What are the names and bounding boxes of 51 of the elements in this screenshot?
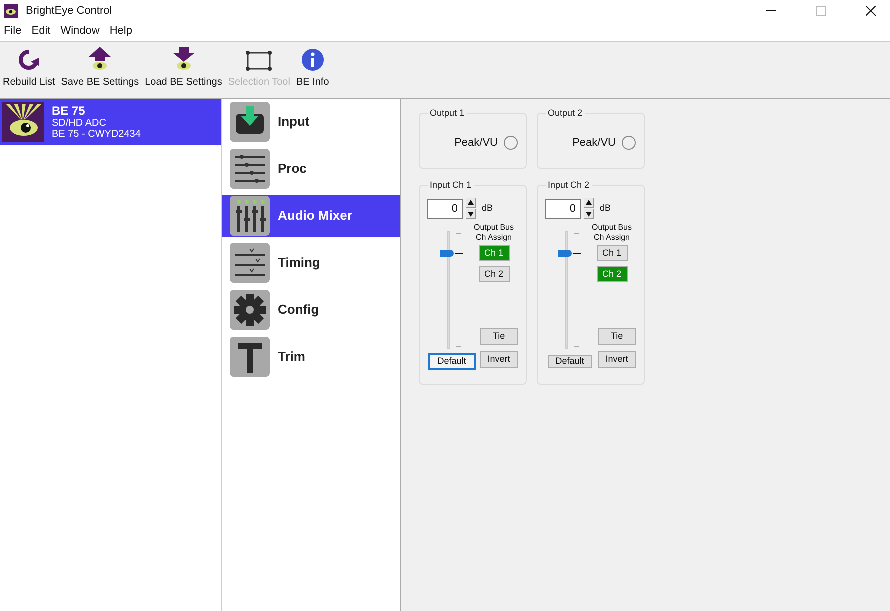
menu-item[interactable]: Help xyxy=(106,23,136,40)
channel-assign-button[interactable]: Ch 2 xyxy=(596,266,628,282)
sliders-icon xyxy=(230,149,270,189)
channel-assign-button[interactable]: Ch 1 xyxy=(478,245,510,261)
assign-label: Output Bus Ch Assign xyxy=(590,223,634,243)
close-icon[interactable] xyxy=(866,6,876,16)
tie-button[interactable]: Tie xyxy=(598,328,636,345)
menu-item[interactable]: File xyxy=(0,23,26,40)
menu-item[interactable]: Window xyxy=(56,23,104,40)
nav-item[interactable]: Audio Mixer xyxy=(222,195,400,237)
device-id: BE 75 - CWYD2434 xyxy=(52,129,141,140)
invert-button[interactable]: Invert xyxy=(598,351,636,368)
app-eye-icon xyxy=(4,4,18,18)
default-button[interactable]: Default xyxy=(430,355,474,368)
rectangle-select-icon xyxy=(245,50,274,72)
letter-t-icon xyxy=(230,337,270,377)
toolbar-button[interactable]: BE Info xyxy=(295,48,330,90)
spin-buttons[interactable] xyxy=(466,198,476,219)
meter-label: Peak/VU xyxy=(454,136,498,150)
gain-field[interactable]: 0 xyxy=(545,198,581,218)
nav-item[interactable]: Trim xyxy=(222,336,400,378)
default-button[interactable]: Default xyxy=(548,355,592,368)
info-icon xyxy=(300,48,325,72)
nav-item[interactable]: Config xyxy=(222,289,400,331)
channel-assign-button[interactable]: Ch 2 xyxy=(478,266,510,282)
tie-button[interactable]: Tie xyxy=(480,328,518,345)
device-item[interactable]: BE 75 SD/HD ADC BE 75 - CWYD2434 xyxy=(0,99,221,145)
nav-item[interactable]: Timing xyxy=(222,242,400,284)
nav-item[interactable]: Input xyxy=(222,101,400,143)
toolbar-button[interactable]: Save BE Settings xyxy=(60,46,140,90)
toolbar-button[interactable]: Rebuild List xyxy=(2,48,56,90)
unit-label: dB xyxy=(482,202,494,215)
nav-item[interactable]: Proc xyxy=(222,148,400,190)
meter-label: Peak/VU xyxy=(572,136,616,150)
eye-logo-icon xyxy=(2,102,44,142)
device-name: BE 75 xyxy=(52,104,86,118)
toolbar-button[interactable]: Load BE Settings xyxy=(144,46,224,90)
window-title: BrightEye Control xyxy=(26,4,112,19)
menu-item[interactable]: Edit xyxy=(28,23,55,40)
spin-buttons[interactable] xyxy=(584,198,594,219)
timing-lines-icon xyxy=(230,243,270,283)
gain-field[interactable]: 0 xyxy=(427,198,463,218)
fader-icon xyxy=(230,196,270,236)
device-type: SD/HD ADC xyxy=(52,118,108,129)
refresh-icon xyxy=(17,48,42,72)
assign-label: Output Bus Ch Assign xyxy=(472,223,516,243)
unit-label: dB xyxy=(600,202,612,215)
invert-button[interactable]: Invert xyxy=(480,351,518,368)
gear-icon xyxy=(230,290,270,330)
channel-assign-button[interactable]: Ch 1 xyxy=(596,245,628,261)
input-arrow-icon xyxy=(230,102,270,142)
